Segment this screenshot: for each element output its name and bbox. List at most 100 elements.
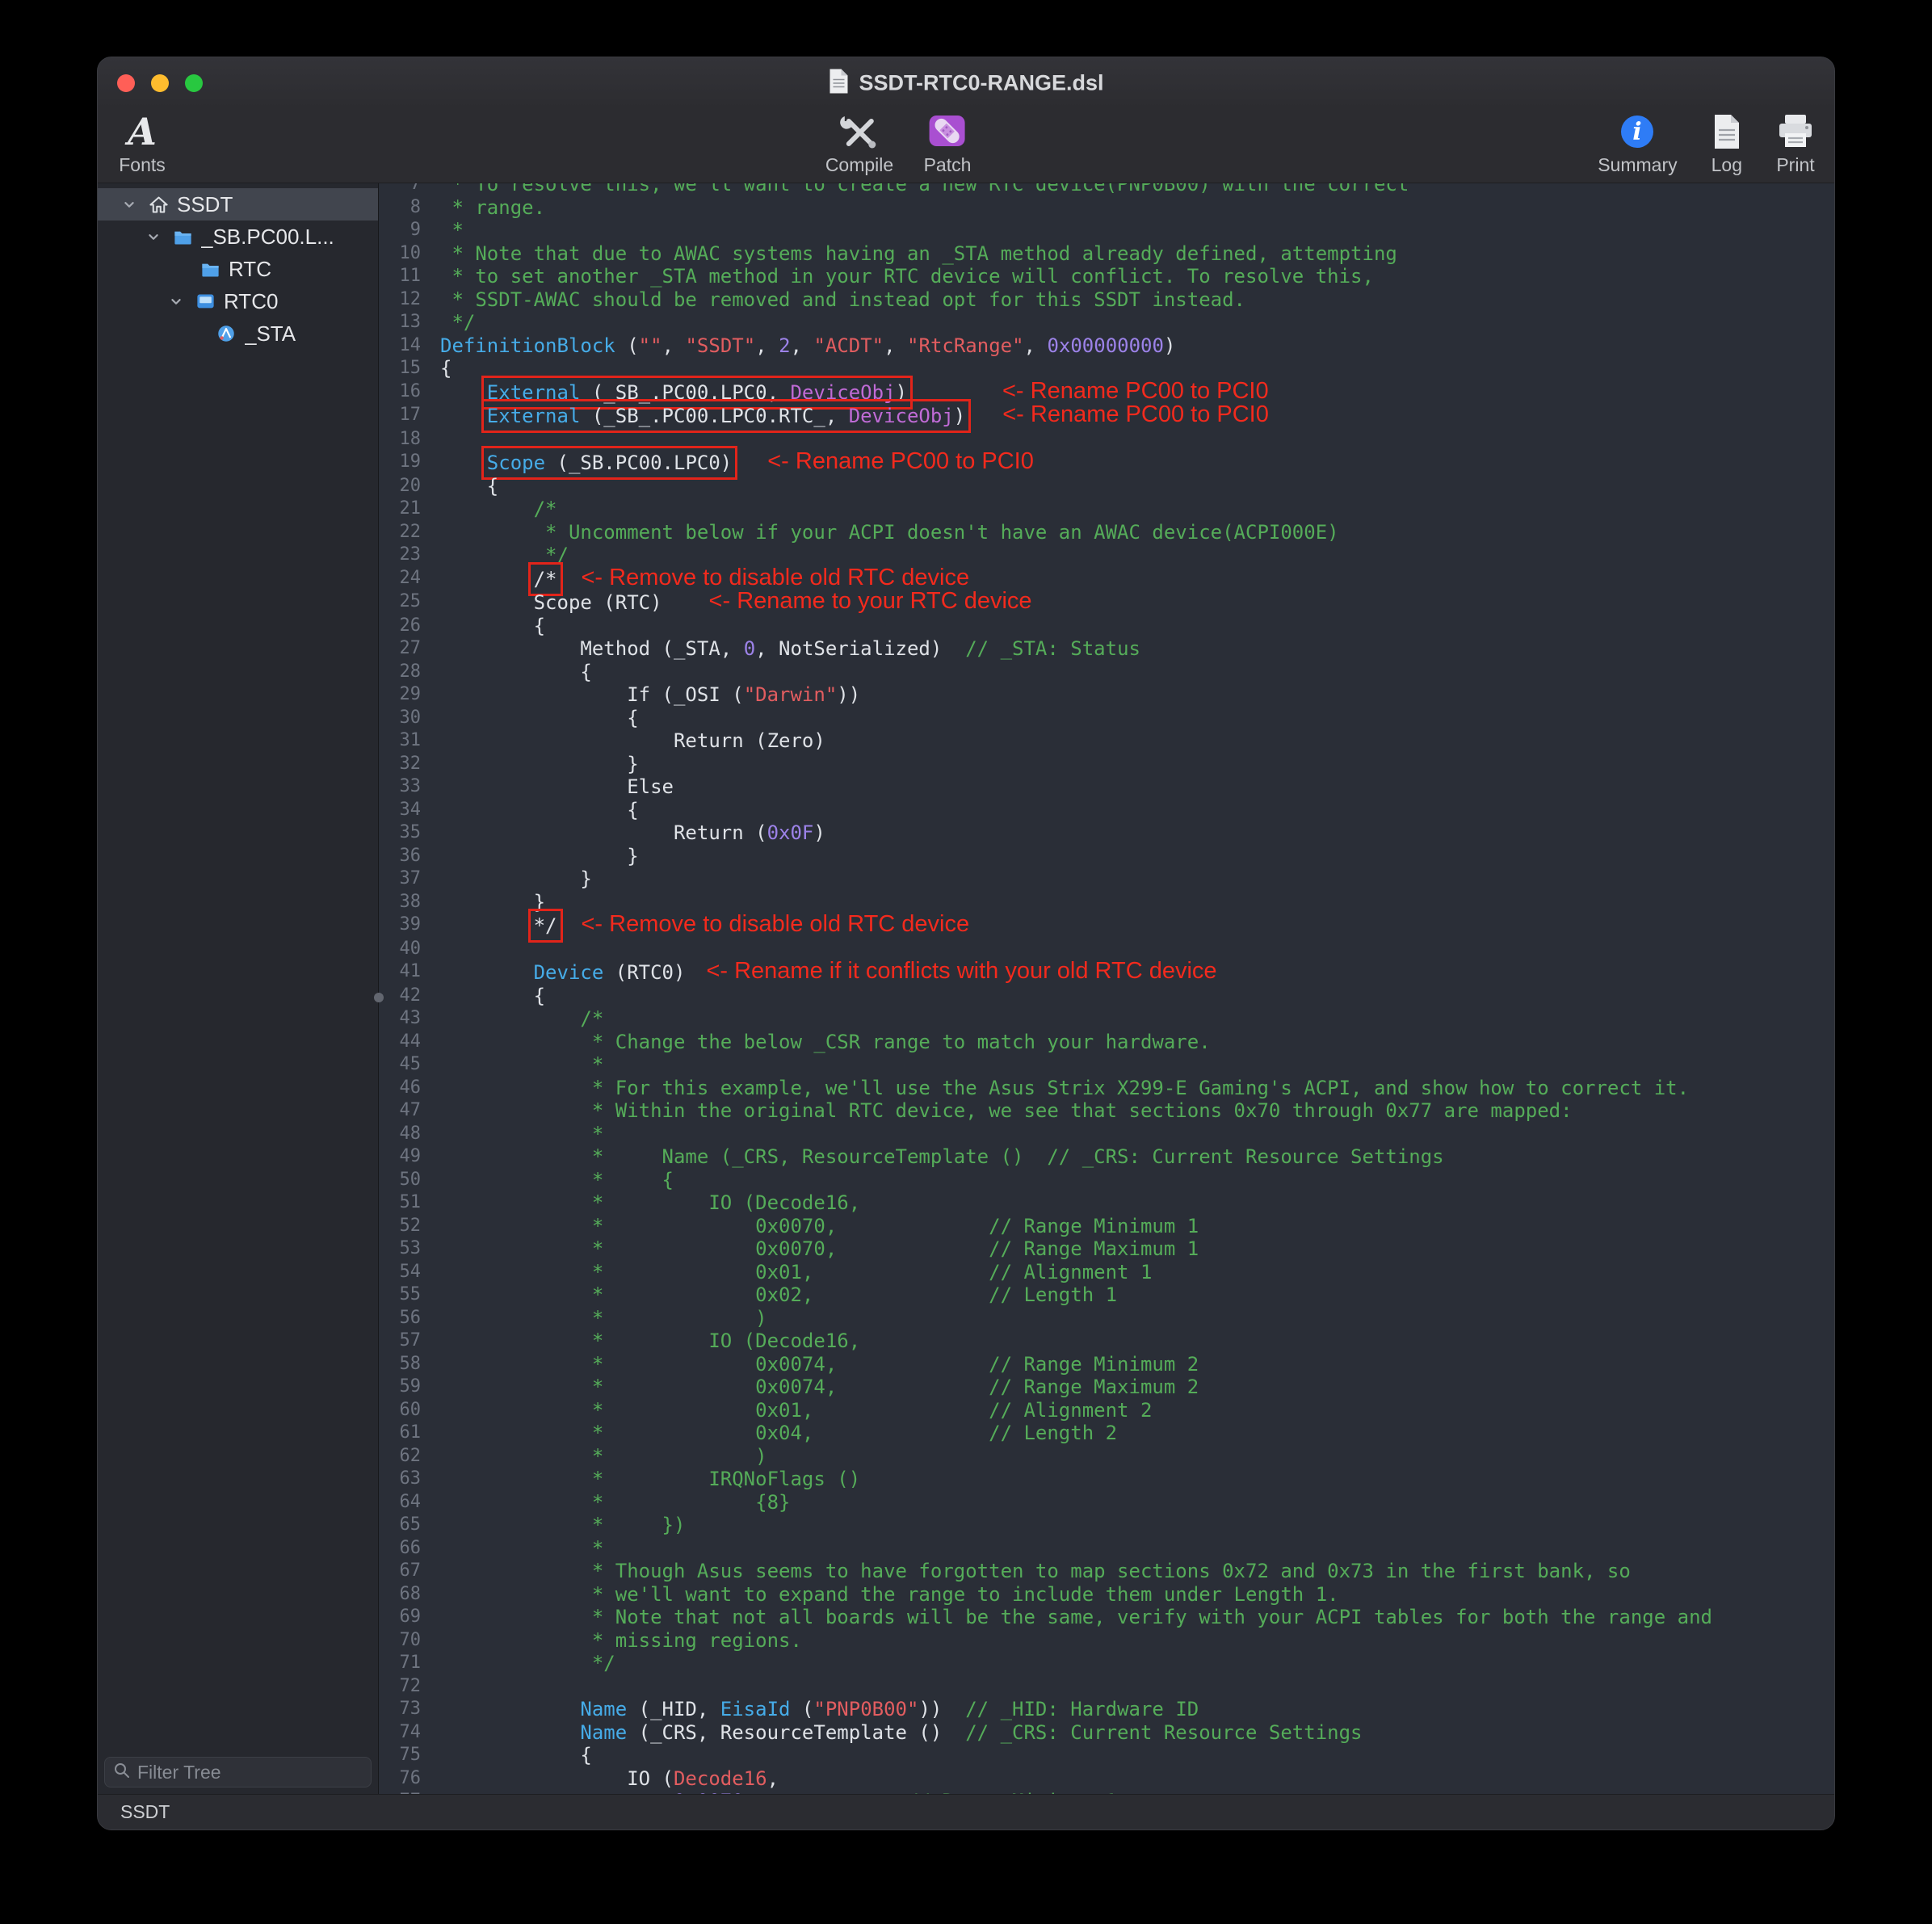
log-button[interactable]: Log (1712, 111, 1742, 176)
code-line-50[interactable]: 50 * { (379, 1169, 1834, 1192)
code-line-41[interactable]: 41 Device (RTC0)<- Rename if it conflict… (379, 960, 1834, 985)
code-line-58[interactable]: 58 * 0x0074, // Range Minimum 2 (379, 1353, 1834, 1376)
code-line-20[interactable]: 20 { (379, 475, 1834, 498)
code-line-62[interactable]: 62 * ) (379, 1445, 1834, 1468)
code-line-63[interactable]: 63 * IRQNoFlags () (379, 1468, 1834, 1491)
sidebar-item-rtc0[interactable]: RTC0 (98, 285, 378, 317)
code-line-19[interactable]: 19 Scope (_SB.PC00.LPC0)<- Rename PC00 t… (379, 451, 1834, 475)
line-number: 49 (379, 1145, 432, 1169)
code-line-43[interactable]: 43 /* (379, 1007, 1834, 1031)
code-line-7[interactable]: 7 * To resolve this, we'll want to creat… (379, 183, 1834, 196)
code-line-60[interactable]: 60 * 0x01, // Alignment 2 (379, 1399, 1834, 1422)
line-number: 27 (379, 637, 432, 661)
code-line-51[interactable]: 51 * IO (Decode16, (379, 1191, 1834, 1215)
code-line-46[interactable]: 46 * For this example, we'll use the Asu… (379, 1077, 1834, 1100)
code-line-36[interactable]: 36 } (379, 845, 1834, 868)
code-line-68[interactable]: 68 * we'll want to expand the range to i… (379, 1583, 1834, 1607)
line-number: 75 (379, 1744, 432, 1767)
code-line-24[interactable]: 24 /*<- Remove to disable old RTC device (379, 567, 1834, 591)
sidebar-item-rtc[interactable]: RTC (98, 253, 378, 285)
sidebar-tree: SSDT_SB.PC00.L...RTCRTC0_STA (98, 183, 378, 350)
code-line-23[interactable]: 23 */ (379, 544, 1834, 567)
code-line-55[interactable]: 55 * 0x02, // Length 1 (379, 1283, 1834, 1307)
editor-pane[interactable]: 7 * To resolve this, we'll want to creat… (379, 183, 1834, 1794)
fonts-button[interactable]: A Fonts (106, 111, 178, 176)
code-line-52[interactable]: 52 * 0x0070, // Range Minimum 1 (379, 1215, 1834, 1238)
code-line-28[interactable]: 28 { (379, 661, 1834, 684)
code-line-15[interactable]: 15{ (379, 357, 1834, 380)
pane-splitter-handle[interactable] (374, 993, 384, 1002)
code-line-25[interactable]: 25 Scope (RTC)<- Rename to your RTC devi… (379, 590, 1834, 615)
code-line-39[interactable]: 39 */<- Remove to disable old RTC device (379, 914, 1834, 938)
code-line-53[interactable]: 53 * 0x0070, // Range Maximum 1 (379, 1237, 1834, 1261)
code-line-40[interactable]: 40 (379, 938, 1834, 961)
code-line-14[interactable]: 14DefinitionBlock ("", "SSDT", 2, "ACDT"… (379, 334, 1834, 358)
code-line-22[interactable]: 22 * Uncomment below if your ACPI doesn'… (379, 521, 1834, 544)
sidebar-item-sta[interactable]: _STA (98, 317, 378, 350)
code-line-49[interactable]: 49 * Name (_CRS, ResourceTemplate () // … (379, 1145, 1834, 1169)
chevron-down-icon[interactable] (166, 292, 187, 310)
code-line-71[interactable]: 71 */ (379, 1652, 1834, 1675)
code-line-44[interactable]: 44 * Change the below _CSR range to matc… (379, 1031, 1834, 1054)
code-line-13[interactable]: 13 */ (379, 311, 1834, 334)
line-number: 73 (379, 1698, 432, 1721)
code-line-42[interactable]: 42 { (379, 985, 1834, 1008)
code-line-33[interactable]: 33 Else (379, 775, 1834, 799)
code-line-65[interactable]: 65 * }) (379, 1514, 1834, 1537)
patch-button[interactable]: Patch (924, 111, 972, 176)
code-line-54[interactable]: 54 * 0x01, // Alignment 1 (379, 1261, 1834, 1284)
code-line-17[interactable]: 17 External (_SB_.PC00.LPC0.RTC_, Device… (379, 404, 1834, 428)
sidebar-item-sb-pc00-l[interactable]: _SB.PC00.L... (98, 221, 378, 253)
code-line-10[interactable]: 10 * Note that due to AWAC systems havin… (379, 242, 1834, 266)
code-line-76[interactable]: 76 IO (Decode16, (379, 1767, 1834, 1791)
code-line-64[interactable]: 64 * {8} (379, 1491, 1834, 1514)
log-label: Log (1712, 154, 1742, 176)
zoom-button[interactable] (185, 74, 203, 92)
code-line-31[interactable]: 31 Return (Zero) (379, 729, 1834, 753)
print-button[interactable]: Print (1776, 111, 1815, 176)
code-line-67[interactable]: 67 * Though Asus seems to have forgotten… (379, 1560, 1834, 1583)
code-line-75[interactable]: 75 { (379, 1744, 1834, 1767)
code-line-47[interactable]: 47 * Within the original RTC device, we … (379, 1099, 1834, 1123)
code-line-27[interactable]: 27 Method (_STA, 0, NotSerialized) // _S… (379, 637, 1834, 661)
code-line-45[interactable]: 45 * (379, 1053, 1834, 1077)
code-line-8[interactable]: 8 * range. (379, 196, 1834, 220)
code-line-72[interactable]: 72 (379, 1675, 1834, 1699)
code-line-12[interactable]: 12 * SSDT-AWAC should be removed and ins… (379, 288, 1834, 312)
chevron-down-icon[interactable] (143, 228, 164, 246)
code-line-34[interactable]: 34 { (379, 799, 1834, 822)
code-line-18[interactable]: 18 (379, 428, 1834, 452)
code-line-66[interactable]: 66 * (379, 1537, 1834, 1561)
code-text: * missing regions. (432, 1629, 802, 1653)
code-line-74[interactable]: 74 Name (_CRS, ResourceTemplate () // _C… (379, 1721, 1834, 1745)
code-line-69[interactable]: 69 * Note that not all boards will be th… (379, 1606, 1834, 1629)
code-line-26[interactable]: 26 { (379, 615, 1834, 638)
code-line-61[interactable]: 61 * 0x04, // Length 2 (379, 1422, 1834, 1445)
sidebar-item-ssdt[interactable]: SSDT (98, 188, 378, 221)
filter-tree-input[interactable] (137, 1762, 363, 1783)
code-line-32[interactable]: 32 } (379, 753, 1834, 776)
code-line-29[interactable]: 29 If (_OSI ("Darwin")) (379, 683, 1834, 707)
code-line-38[interactable]: 38 } (379, 891, 1834, 914)
code-line-59[interactable]: 59 * 0x0074, // Range Maximum 2 (379, 1376, 1834, 1399)
chevron-down-icon[interactable] (119, 195, 140, 213)
code-text: * Note that due to AWAC systems having a… (432, 242, 1397, 266)
code-line-37[interactable]: 37 } (379, 867, 1834, 891)
code-line-48[interactable]: 48 * (379, 1123, 1834, 1146)
code-line-73[interactable]: 73 Name (_HID, EisaId ("PNP0B00")) // _H… (379, 1698, 1834, 1721)
code-line-70[interactable]: 70 * missing regions. (379, 1629, 1834, 1653)
line-number: 76 (379, 1767, 432, 1791)
close-button[interactable] (117, 74, 135, 92)
code-line-57[interactable]: 57 * IO (Decode16, (379, 1330, 1834, 1353)
code-line-16[interactable]: 16 External (_SB_.PC00.LPC0, DeviceObj)<… (379, 380, 1834, 405)
code-line-9[interactable]: 9 * (379, 219, 1834, 242)
code-line-77[interactable]: 77 0x0070, // Range Minimum 1 (379, 1790, 1834, 1794)
minimize-button[interactable] (151, 74, 169, 92)
summary-button[interactable]: i Summary (1598, 111, 1677, 176)
code-line-35[interactable]: 35 Return (0x0F) (379, 821, 1834, 845)
code-line-56[interactable]: 56 * ) (379, 1307, 1834, 1330)
code-line-30[interactable]: 30 { (379, 707, 1834, 730)
compile-button[interactable]: Compile (825, 111, 893, 176)
code-line-11[interactable]: 11 * to set another _STA method in your … (379, 265, 1834, 288)
code-line-21[interactable]: 21 /* (379, 498, 1834, 521)
